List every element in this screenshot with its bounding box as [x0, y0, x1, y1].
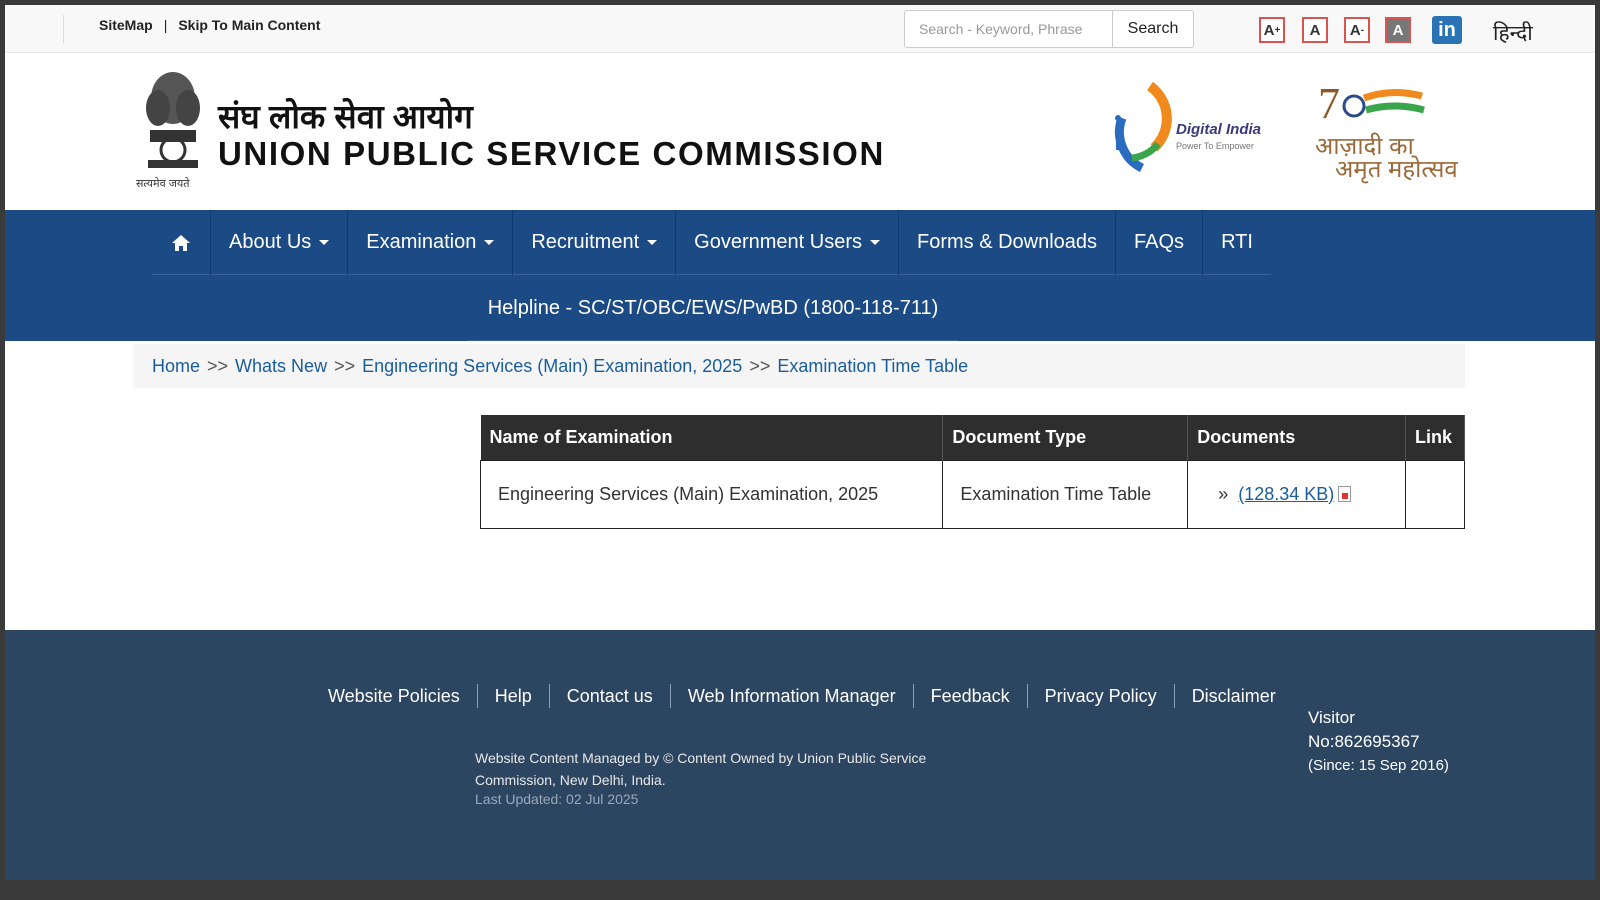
nav-examination[interactable]: Examination	[347, 210, 512, 275]
exam-name-cell: Engineering Services (Main) Examination,…	[479, 459, 944, 529]
breadcrumb-separator: >>	[749, 355, 771, 376]
document-download-link[interactable]: (128.34 KB)	[1238, 484, 1334, 504]
nav-government-users-label: Government Users	[694, 231, 862, 253]
digital-india-text: Digital India	[1176, 121, 1262, 138]
nav-faqs-label: FAQs	[1134, 231, 1185, 253]
azadi-text-line2: अमृत महोत्सव	[1335, 156, 1458, 183]
document-type-cell: Examination Time Table	[942, 459, 1189, 529]
footer: Website Policies Help Contact us Web Inf…	[5, 630, 1595, 880]
svg-text:7: 7	[1318, 80, 1340, 128]
nav-rti[interactable]: RTI	[1202, 210, 1271, 275]
breadcrumb-separator: >>	[334, 355, 356, 376]
document-cell: » (128.34 KB)	[1187, 459, 1407, 529]
column-header: Document Type	[942, 415, 1189, 460]
visitor-number: No:862695367	[1308, 732, 1420, 751]
footer-link-web-information-manager[interactable]: Web Information Manager	[669, 684, 913, 708]
search-button[interactable]: Search	[1113, 11, 1193, 47]
copyright-text: Website Content Managed by © Content Own…	[475, 750, 927, 788]
visitor-since: (Since: 15 Sep 2016)	[1308, 757, 1449, 774]
breadcrumb-current[interactable]: Examination Time Table	[777, 356, 968, 377]
nav-examination-label: Examination	[366, 231, 477, 253]
last-updated-text: Last Updated: 02 Jul 2025	[475, 791, 639, 807]
search-box: Search	[904, 10, 1194, 48]
national-emblem-icon	[146, 72, 200, 168]
emblem-caption: सत्यमेव जयते	[136, 178, 190, 190]
breadcrumb-whats-new[interactable]: Whats New	[235, 356, 327, 377]
linkedin-icon[interactable]: in	[1432, 16, 1462, 44]
contrast-button[interactable]: A	[1385, 17, 1411, 43]
pdf-icon	[1338, 485, 1352, 502]
font-decrease-label: A	[1349, 21, 1361, 39]
footer-link-disclaimer[interactable]: Disclaimer	[1173, 684, 1293, 708]
document-size-label: (128.34 KB)	[1238, 483, 1335, 504]
top-links-separator: |	[163, 17, 168, 33]
nav-rti-label: RTI	[1221, 231, 1253, 253]
nav-forms-downloads[interactable]: Forms & Downloads	[897, 210, 1115, 275]
helpline-link[interactable]: Helpline - SC/ST/OBC/EWS/PwBD (1800-118-…	[468, 276, 958, 341]
nav-faqs[interactable]: FAQs	[1115, 210, 1202, 275]
documents-table: Name of Examination Document Type Docume…	[479, 415, 1465, 529]
nav-recruitment[interactable]: Recruitment	[512, 210, 675, 275]
breadcrumb-exam[interactable]: Engineering Services (Main) Examination,…	[362, 356, 742, 377]
sitemap-link[interactable]: SiteMap	[99, 17, 153, 33]
bullet-marker: »	[1218, 483, 1229, 504]
font-normal-button[interactable]: A	[1302, 17, 1328, 43]
footer-link-privacy-policy[interactable]: Privacy Policy	[1026, 684, 1174, 708]
font-normal-label: A	[1309, 21, 1321, 39]
breadcrumb: Home >> Whats New >> Engineering Service…	[133, 344, 1465, 388]
visitor-label: Visitor	[1308, 708, 1355, 727]
top-bar: SiteMap | Skip To Main Content Search A+ A…	[5, 5, 1595, 53]
nav-home[interactable]	[152, 210, 210, 275]
breadcrumb-home[interactable]: Home	[152, 356, 200, 377]
footer-link-website-policies[interactable]: Website Policies	[318, 684, 477, 708]
breadcrumb-separator: >>	[207, 355, 229, 376]
nav-recruitment-label: Recruitment	[531, 231, 640, 253]
nav-about-us-label: About Us	[229, 231, 312, 253]
column-header: Name of Examination	[480, 415, 944, 460]
divider	[63, 15, 64, 43]
language-toggle-link[interactable]: हिन्दी	[1493, 19, 1533, 47]
top-links: SiteMap | Skip To Main Content	[99, 17, 320, 33]
caret-down-icon	[647, 240, 658, 245]
table-row: Engineering Services (Main) Examination,…	[479, 459, 1465, 529]
nav-about-us[interactable]: About Us	[210, 210, 347, 275]
skip-to-main-link[interactable]: Skip To Main Content	[178, 17, 320, 33]
footer-links: Website Policies Help Contact us Web Inf…	[318, 684, 1293, 708]
table-header-row: Name of Examination Document Type Docume…	[480, 415, 1465, 460]
font-decrease-button[interactable]: A-	[1344, 17, 1370, 43]
footer-link-feedback[interactable]: Feedback	[912, 684, 1027, 708]
digital-india-tagline: Power To Empower	[1176, 141, 1254, 151]
caret-down-icon	[484, 240, 495, 245]
site-title: UNION PUBLIC SERVICE COMMISSION	[218, 135, 885, 172]
column-header: Documents	[1187, 415, 1407, 460]
caret-down-icon	[869, 240, 880, 245]
nav-menu: About Us Examination Recruitment Governm…	[152, 210, 1271, 275]
font-increase-button[interactable]: A +	[1259, 17, 1285, 43]
home-icon	[172, 234, 190, 251]
footer-link-contact-us[interactable]: Contact us	[548, 684, 670, 708]
nav-government-users[interactable]: Government Users	[675, 210, 898, 275]
page: SiteMap | Skip To Main Content Search A+ A…	[5, 5, 1595, 880]
site-title-hindi: संघ लोक सेवा आयोग	[218, 98, 473, 135]
caret-down-icon	[319, 240, 330, 245]
visitor-counter: Visitor No:862695367 (Since: 15 Sep 2016…	[1308, 706, 1449, 778]
link-cell	[1405, 459, 1465, 529]
font-increase-label: A	[1263, 21, 1275, 39]
footer-link-help[interactable]: Help	[476, 684, 549, 708]
main-navigation: About Us Examination Recruitment Governm…	[5, 210, 1595, 341]
nav-forms-downloads-label: Forms & Downloads	[916, 231, 1098, 253]
search-input[interactable]	[905, 11, 1113, 47]
contrast-label: A	[1392, 21, 1404, 39]
column-header: Link	[1405, 415, 1465, 460]
